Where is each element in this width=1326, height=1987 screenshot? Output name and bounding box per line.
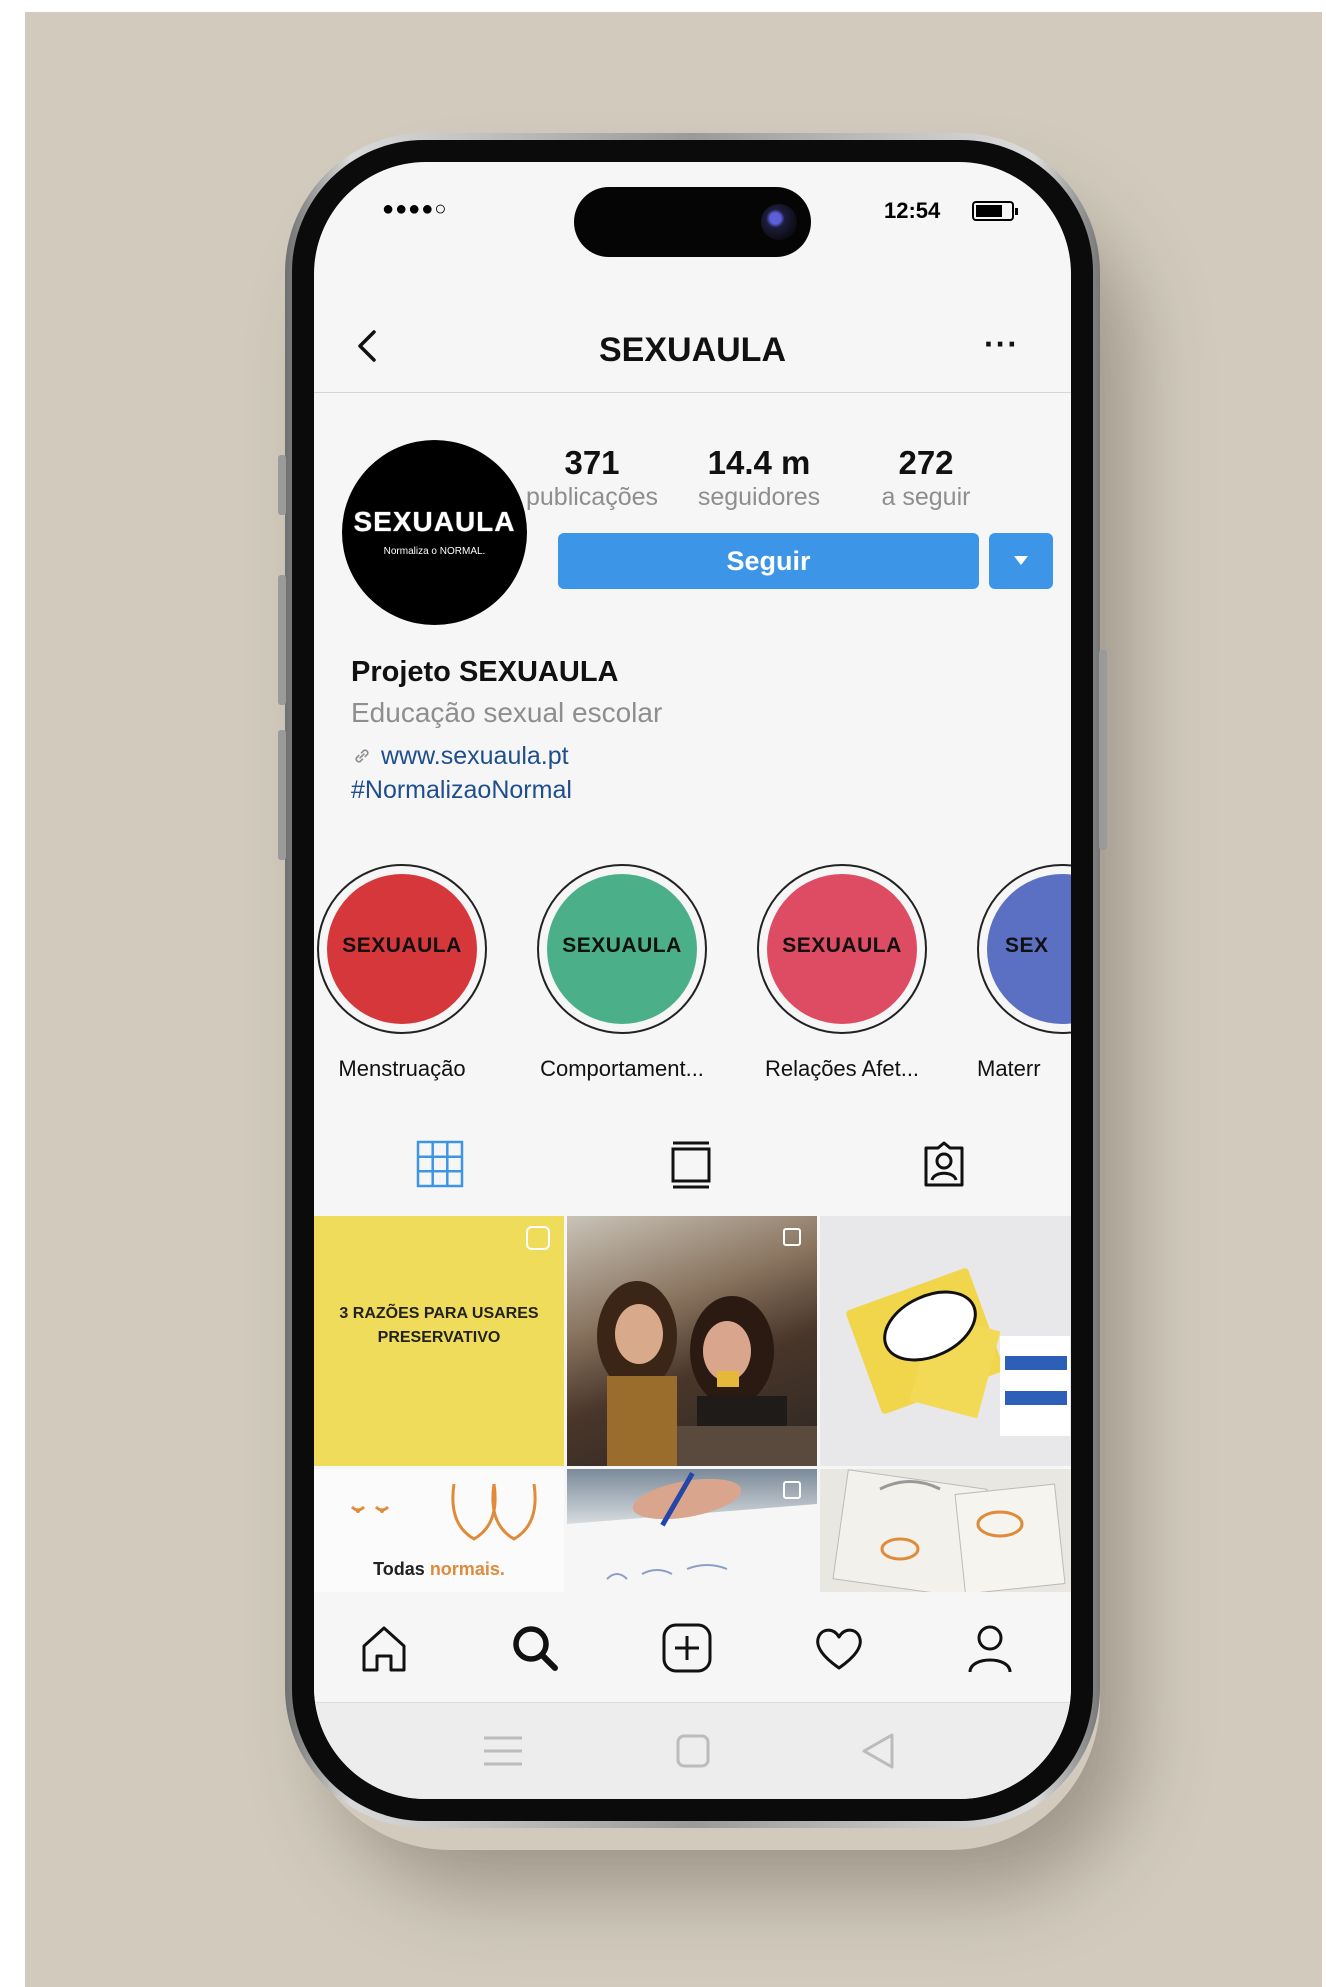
highlight-cover-text: SEXUAULA — [782, 934, 902, 957]
page-title: SEXUAULA — [598, 331, 787, 369]
stat-followers[interactable]: 14.4 m seguidores — [679, 444, 839, 512]
bio-hashtag[interactable]: #NormalizaoNormal — [351, 776, 572, 805]
search-icon[interactable] — [507, 1620, 563, 1676]
stat-value: 371 — [564, 444, 620, 481]
highlight-maternidade[interactable]: SEX Materr — [962, 864, 1071, 1082]
post-caption: Todas normais. — [314, 1559, 564, 1580]
link-icon — [355, 749, 369, 763]
post-caption-accent: normais. — [429, 1559, 505, 1579]
stat-following[interactable]: 272 a seguir — [846, 444, 1006, 512]
tagged-icon[interactable] — [920, 1140, 968, 1188]
bio-description: Educação sexual escolar — [351, 697, 663, 728]
post-thumbnail[interactable] — [820, 1469, 1071, 1592]
home-icon[interactable] — [356, 1620, 412, 1676]
highlight-label: Relações Afet... — [764, 1056, 920, 1081]
highlight-relacoes[interactable]: SEXUAULA Relações Afet... — [742, 864, 942, 1082]
home-square-icon[interactable] — [675, 1733, 711, 1769]
feed-icon[interactable] — [669, 1140, 713, 1190]
stat-label: a seguir — [881, 483, 971, 511]
bio-name: Projeto SEXUAULA — [351, 656, 619, 688]
back-triangle-icon[interactable] — [858, 1731, 898, 1771]
drawing-photo — [567, 1472, 817, 1592]
avatar-logo-subtext: Normaliza o NORMAL. — [383, 546, 486, 557]
power-button — [1099, 650, 1107, 850]
system-navigation-bar — [314, 1703, 1071, 1799]
posts-grid: 3 RAZÕES PARA USARES PRESERVATIVO Todas … — [314, 1216, 1071, 1592]
multiple-images-icon — [783, 1481, 801, 1499]
follow-button[interactable]: Seguir — [558, 533, 979, 589]
highlight-cover: SEXUAULA — [767, 874, 917, 1024]
profile-header: SEXUAULA ··· — [314, 302, 1071, 393]
stat-value: 272 — [898, 444, 954, 481]
highlight-label: Comportament... — [540, 1056, 704, 1081]
highlight-menstruacao[interactable]: SEXUAULA Menstruação — [314, 864, 502, 1082]
avatar[interactable]: SEXUAULA Normaliza o NORMAL. — [342, 440, 527, 625]
reel-icon — [526, 1226, 550, 1250]
highlight-ring: SEXUAULA — [317, 864, 487, 1034]
dynamic-island — [574, 187, 811, 257]
highlight-comportamento[interactable]: SEXUAULA Comportament... — [522, 864, 722, 1082]
stat-label: publicações — [525, 483, 659, 511]
heart-icon[interactable] — [811, 1620, 867, 1676]
stat-posts[interactable]: 371 publicações — [512, 444, 672, 512]
highlight-label: Menstruação — [338, 1056, 466, 1081]
bio-link-text: www.sexuaula.pt — [381, 742, 569, 770]
more-options-icon[interactable]: ··· — [984, 326, 1019, 363]
post-thumbnail[interactable] — [567, 1469, 817, 1592]
highlight-cover-text: SEXUAULA — [562, 934, 682, 957]
stat-value: 14.4 m — [707, 444, 811, 481]
post-caption-text: Todas — [373, 1559, 430, 1579]
profile-icon[interactable] — [962, 1620, 1018, 1676]
mute-switch — [278, 455, 286, 515]
product-photo — [846, 1268, 1070, 1436]
phone-screen: ●●●●○ 12:54 SEXUAULA ··· SEXUAULA Normal… — [314, 162, 1071, 1799]
highlight-ring: SEXUAULA — [537, 864, 707, 1034]
highlight-ring: SEX — [977, 864, 1071, 1034]
post-thumbnail[interactable]: 3 RAZÕES PARA USARES PRESERVATIVO — [314, 1216, 564, 1466]
highlight-cover: SEX — [987, 874, 1071, 1024]
bio-link[interactable]: www.sexuaula.pt — [351, 742, 569, 771]
post-thumbnail[interactable] — [567, 1216, 817, 1466]
multiple-images-icon — [783, 1228, 801, 1246]
battery-icon — [972, 201, 1018, 221]
camera-icon — [761, 204, 797, 240]
highlight-cover: SEXUAULA — [547, 874, 697, 1024]
volume-up-button — [278, 575, 286, 705]
bottom-navigation — [314, 1592, 1071, 1703]
suggestions-dropdown-button[interactable] — [989, 533, 1053, 589]
tote-bag-photo — [832, 1469, 1066, 1592]
menu-icon[interactable] — [482, 1733, 524, 1769]
highlight-cover-text: SEXUAULA — [342, 934, 462, 957]
add-post-icon[interactable] — [659, 1620, 715, 1676]
classroom-photo — [597, 1281, 817, 1466]
signal-indicator: ●●●●○ — [382, 198, 448, 220]
highlight-cover: SEXUAULA — [327, 874, 477, 1024]
post-caption-text: 3 RAZÕES PARA USARES PRESERVATIVO — [339, 1305, 539, 1346]
status-time: 12:54 — [884, 198, 941, 223]
post-thumbnail[interactable]: Todas normais. — [314, 1469, 564, 1592]
highlight-ring: SEXUAULA — [757, 864, 927, 1034]
volume-down-button — [278, 730, 286, 860]
highlight-label: Materr — [977, 1056, 1041, 1081]
stat-label: seguidores — [697, 483, 821, 511]
highlight-cover-text: SEX — [1005, 934, 1049, 957]
avatar-logo-text: SEXUAULA — [353, 506, 516, 537]
chevron-down-icon — [1014, 556, 1028, 565]
grid-icon[interactable] — [416, 1140, 464, 1188]
post-thumbnail[interactable] — [820, 1216, 1071, 1466]
